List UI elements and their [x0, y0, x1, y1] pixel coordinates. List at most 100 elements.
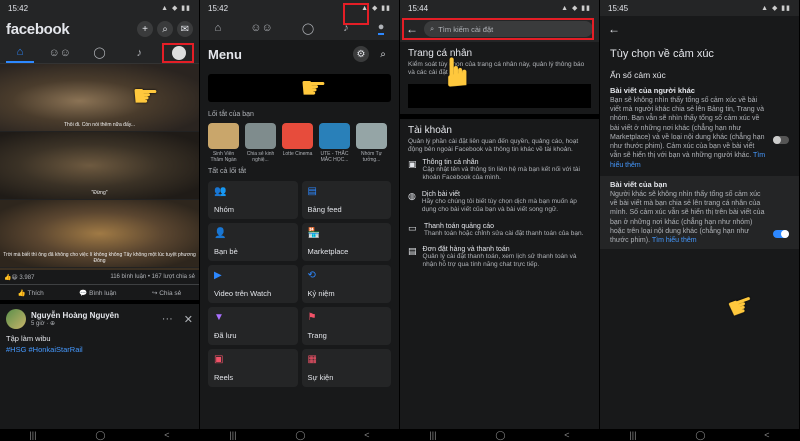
close-icon[interactable]: ✕	[184, 313, 193, 326]
status-bar: 15:42 ▲ ◆ ▮▮	[200, 0, 399, 16]
shortcut-grid: 👥 Nhóm ▤ Bảng feed 👤 Bạn bè 🏪 Marketplace ▶ V…	[200, 178, 399, 390]
profile-icon[interactable]: ◯	[85, 43, 113, 63]
shortcut-item[interactable]: Chia sẻ kinh nghiệ...	[245, 123, 276, 163]
your-posts-toggle[interactable]	[773, 229, 789, 238]
menu-item-saved[interactable]: ▼ Đã lưu	[208, 307, 298, 345]
menu-item-events[interactable]: ▦ Sự kiện	[301, 349, 391, 387]
search-header: ← ⌕ Tìm kiếm cài đặt	[400, 16, 599, 42]
memories-icon: ⟲	[307, 270, 316, 281]
friends-icon[interactable]: ☺☺	[46, 43, 74, 63]
status-icons: ▲ ◆ ▮▮	[161, 5, 191, 12]
account-section: Tài khoản Quản lý phần cài đặt liên quan…	[400, 119, 599, 155]
search-icon[interactable]: ⌕	[157, 21, 173, 37]
section-title: Ẩn số cảm xúc	[610, 70, 666, 80]
highlight-box	[402, 18, 594, 40]
messenger-icon[interactable]: ✉	[177, 21, 193, 37]
your-posts-setting: Người khác sẽ không nhìn thấy tổng số cả…	[600, 190, 799, 245]
plus-icon[interactable]: +	[137, 21, 153, 37]
system-nav-bar: ||| ◯ <	[400, 429, 599, 441]
others-posts-heading: Bài viết của người khác	[610, 86, 695, 95]
back-arrow-icon[interactable]: ←	[608, 22, 620, 36]
pointing-hand-icon: ☛	[132, 80, 159, 113]
menu-item-friends[interactable]: 👤 Bạn bè	[208, 223, 298, 261]
status-icons: ▲ ◆ ▮▮	[561, 5, 591, 12]
menu-item-pages[interactable]: ⚑ Trang	[301, 307, 391, 345]
video-frame: Thôi đi. Còn nói thêm nữa đấy...	[0, 64, 199, 132]
panel-reaction-preferences: 15:45 ▲ ◆ ▮▮ ← Tùy chọn về cảm xúc Ẩn số…	[600, 0, 800, 441]
gear-icon[interactable]: ⚙	[353, 46, 369, 62]
home-icon[interactable]: ⌂	[5, 43, 34, 63]
learn-more-link[interactable]: Tìm hiểu thêm	[652, 237, 697, 244]
more-icon[interactable]: ···	[162, 313, 173, 325]
settings-item-ad-payments[interactable]: ▭ Thanh toán quảng cáo Thanh toán hoặc ch…	[400, 219, 599, 242]
settings-item-personal-info[interactable]: ▣ Thông tin cá nhân Cập nhật tên và thông…	[400, 155, 599, 187]
profile-icon[interactable]: ◯	[302, 22, 314, 35]
group-icon: 👥	[214, 186, 227, 197]
status-time: 15:45	[608, 3, 629, 13]
section-desc: Quản lý phần cài đặt liên quan đến quyền…	[408, 137, 579, 154]
subtitle: Trời mà biết thì ông đã không cho việc l…	[3, 252, 196, 264]
profile-section: Trang cá nhân Kiểm soát tùy chọn của tra…	[400, 42, 599, 78]
comment-share-count: 116 bình luận • 167 lượt chia sẻ	[110, 274, 195, 280]
others-posts-toggle[interactable]	[773, 136, 789, 144]
post-tags[interactable]: #HSG #HonkaiStarRail	[0, 343, 199, 356]
status-time: 15:42	[208, 3, 229, 13]
panel-feed: 15:42 ▲ ◆ ▮▮ facebook + ⌕ ✉ ⌂ ☺☺ ◯ ♪ Thô…	[0, 0, 200, 441]
like-button[interactable]: 👍 Thích	[18, 289, 44, 297]
menu-item-groups[interactable]: 👥 Nhóm	[208, 181, 298, 219]
shortcut-item[interactable]: Sinh Viên Thăm Ngàn	[208, 123, 239, 163]
system-nav-bar: ||| ◯ <	[200, 429, 399, 441]
avatar[interactable]	[6, 309, 26, 329]
comment-button[interactable]: 💬 Bình luận	[79, 289, 116, 297]
shortcut-item[interactable]: UTE - THẮC MẮC HỌC...	[319, 123, 350, 163]
settings-item-orders[interactable]: ▤ Đơn đặt hàng và thanh toán Quản lý cài …	[400, 242, 599, 274]
friends-icon: 👤	[214, 228, 227, 239]
shortcut-item[interactable]: Nhóm Tự tưởng...	[356, 123, 387, 163]
page-title: Tùy chọn về cảm xúc	[610, 48, 714, 60]
video-frame: Trời mà biết thì ông đã không cho việc l…	[0, 200, 199, 268]
home-icon[interactable]: ⌂	[215, 22, 222, 34]
page-header: ←	[600, 16, 799, 42]
facebook-logo: facebook	[6, 20, 70, 38]
system-nav-bar: ||| ◯ <	[600, 429, 799, 441]
tab-bar: ⌂ ☺☺ ◯ ♪	[0, 42, 199, 64]
your-posts-block: Bài viết của bạn Người khác sẽ không nhì…	[600, 175, 799, 250]
your-posts-desc: Người khác sẽ không nhìn thấy tổng số cả…	[610, 190, 765, 245]
menu-header: Menu ⚙ ⌕	[200, 3, 399, 68]
menu-item-watch[interactable]: ▶ Video trên Watch	[208, 265, 298, 303]
system-nav-bar: ||| ◯ <	[0, 429, 199, 441]
pointing-hand-icon: ☛	[300, 72, 327, 105]
friends-icon[interactable]: ☺☺	[250, 22, 272, 34]
status-time: 15:44	[408, 3, 429, 13]
highlight-box	[343, 3, 369, 25]
share-button[interactable]: ↪ Chia sẻ	[152, 289, 181, 297]
panel-menu: 15:42 ▲ ◆ ▮▮ ⌂ ☺☺ ◯ ♪ ● Menu ⚙ ⌕ Lối tắt…	[200, 0, 400, 441]
pages-icon: ⚑	[307, 312, 317, 323]
settings-item-translate[interactable]: ◍ Dịch bài viết Hãy cho chúng tôi biết tù…	[400, 187, 599, 219]
reels-icon: ▣	[214, 354, 224, 365]
subtitle: "Đừng"	[91, 190, 108, 196]
menu-item-marketplace[interactable]: 🏪 Marketplace	[301, 223, 391, 261]
menu-avatar-icon[interactable]: ●	[377, 21, 385, 35]
post-author[interactable]: Nguyễn Hoàng Nguyên	[31, 311, 119, 320]
subtitle: Thôi đi. Còn nói thêm nữa đấy...	[63, 122, 136, 128]
person-icon: ▣	[408, 158, 417, 169]
section-title: Tài khoản	[408, 124, 452, 136]
globe-icon: ◍	[408, 190, 416, 201]
marketplace-icon: 🏪	[307, 228, 320, 239]
payment-icon: ▭	[408, 222, 417, 233]
post-header: Nguyễn Hoàng Nguyên 5 giờ · ⊕ ··· ✕	[0, 304, 199, 331]
search-icon[interactable]: ⌕	[375, 46, 391, 62]
video-post[interactable]: Thôi đi. Còn nói thêm nữa đấy... "Đừng" …	[0, 64, 199, 270]
bell-icon[interactable]: ♪	[125, 43, 153, 63]
pointing-hand-icon: ☛	[722, 286, 760, 327]
video-frame: "Đừng"	[0, 132, 199, 200]
menu-item-memories[interactable]: ⟲ Kỷ niệm	[301, 265, 391, 303]
menu-item-feed[interactable]: ▤ Bảng feed	[301, 181, 391, 219]
section-title: Lối tắt của bạn	[208, 111, 254, 118]
shortcut-item[interactable]: Lotte Cinema	[282, 123, 313, 163]
others-posts-desc: Bạn sẽ không nhìn thấy tổng số cảm xúc v…	[610, 97, 766, 169]
shortcuts-row: Sinh Viên Thăm Ngàn Chia sẻ kinh nghiệ..…	[200, 121, 399, 165]
menu-item-reels[interactable]: ▣ Reels	[208, 349, 298, 387]
section-title: Tất cả lối tắt	[208, 168, 247, 175]
